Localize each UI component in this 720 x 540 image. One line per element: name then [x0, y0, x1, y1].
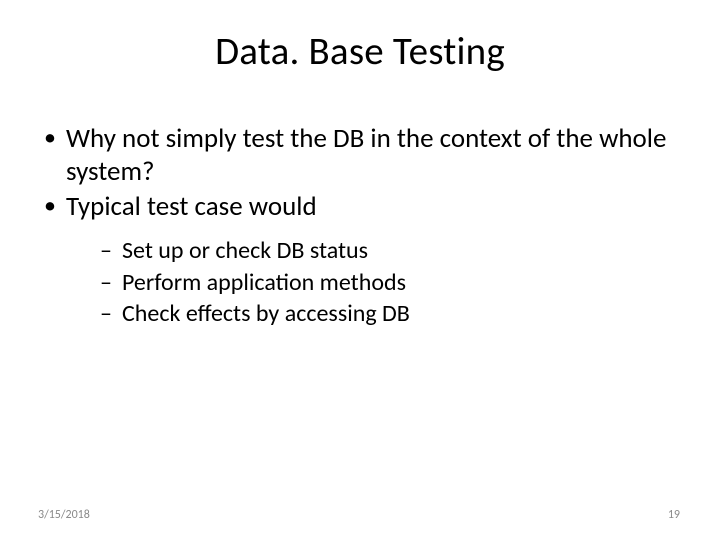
footer-date: 3/15/2018	[38, 508, 90, 522]
slide-title: Data. Base Testing	[0, 0, 720, 75]
sub-bullet-list: Set up or check DB status Perform applic…	[98, 236, 682, 330]
footer-page-number: 19	[668, 508, 680, 522]
slide-footer: 3/15/2018 19	[0, 508, 720, 522]
bullet-list: Why not simply test the DB in the contex…	[38, 123, 682, 330]
sub-bullet-item: Check effects by accessing DB	[98, 299, 682, 330]
bullet-text: Typical test case would	[66, 190, 317, 223]
sub-bullet-item: Set up or check DB status	[98, 236, 682, 267]
slide-content: Why not simply test the DB in the contex…	[0, 75, 720, 330]
sub-bullet-item: Perform application methods	[98, 268, 682, 299]
bullet-item: Why not simply test the DB in the contex…	[38, 123, 682, 189]
bullet-item: Typical test case would Set up or check …	[38, 191, 682, 330]
